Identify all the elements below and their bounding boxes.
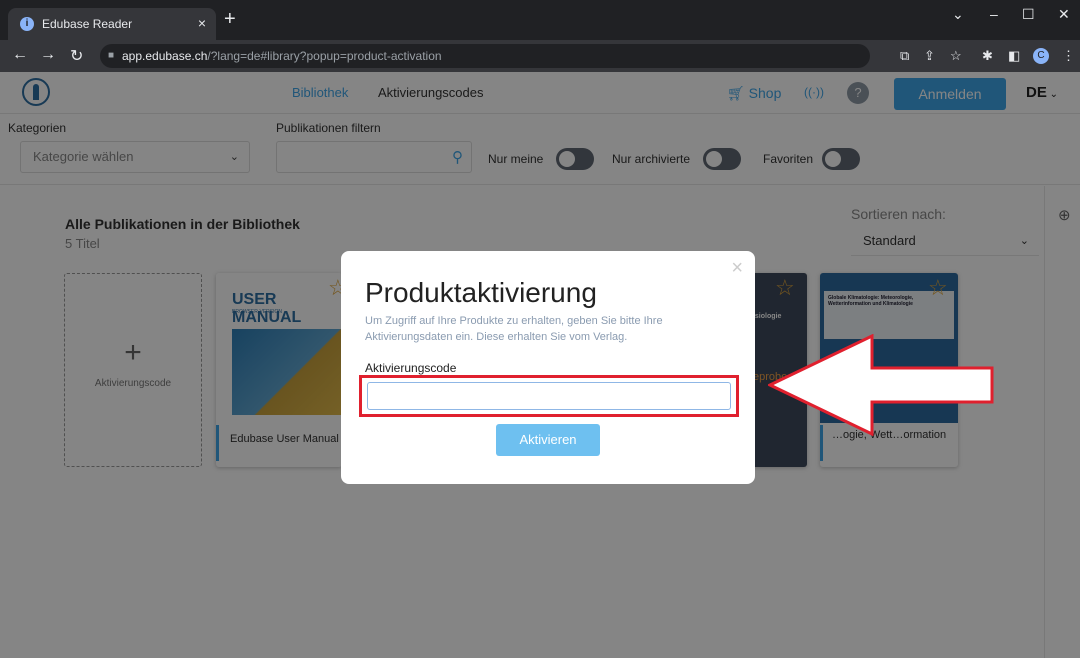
dialog-title: Produktaktivierung xyxy=(365,277,597,308)
activation-code-input[interactable] xyxy=(367,382,731,410)
share-icon[interactable]: ⇪ xyxy=(924,48,935,64)
bookmark-star-icon[interactable]: ☆ xyxy=(950,48,962,64)
chrome-menu-icon[interactable]: ⋮ xyxy=(1062,48,1075,64)
tab-title: Edubase Reader xyxy=(42,17,133,31)
edubase-favicon-icon: i xyxy=(20,17,34,31)
extensions-puzzle-icon[interactable]: ✱ xyxy=(982,48,993,64)
activation-code-label: Aktivierungscode xyxy=(365,361,457,375)
minimize-button[interactable]: – xyxy=(990,6,998,22)
browser-tabstrip: i Edubase Reader × + ⌄ – ☐ ✕ xyxy=(0,0,1080,40)
window-close-button[interactable]: ✕ xyxy=(1058,6,1070,23)
annotation-arrow-icon xyxy=(768,334,994,436)
dialog-description: Um Zugriff auf Ihre Produkte zu erhalten… xyxy=(365,315,663,343)
reload-icon[interactable]: ↻ xyxy=(70,46,83,66)
activate-button[interactable]: Aktivieren xyxy=(496,424,600,456)
side-panel-icon[interactable]: ◧ xyxy=(1008,48,1020,64)
tab-close-icon[interactable]: × xyxy=(198,15,206,31)
profile-avatar[interactable]: C xyxy=(1033,48,1049,64)
back-arrow-icon[interactable]: ← xyxy=(12,46,28,64)
url-host: app.edubase.ch xyxy=(122,49,208,63)
open-in-app-icon[interactable]: ⧉ xyxy=(900,48,909,64)
product-activation-dialog: × Produktaktivierung Um Zugriff auf Ihre… xyxy=(341,251,755,484)
browser-tab[interactable]: i Edubase Reader × xyxy=(8,8,216,40)
highlight-box xyxy=(359,375,739,417)
forward-arrow-icon[interactable]: → xyxy=(40,46,56,64)
tab-search-icon[interactable]: ⌄ xyxy=(952,6,964,23)
lock-icon: ■ xyxy=(108,50,115,61)
address-bar[interactable]: ■ app.edubase.ch/?lang=de#library?popup=… xyxy=(100,44,870,68)
close-icon[interactable]: × xyxy=(731,257,743,280)
url-path: /?lang=de#library?popup=product-activati… xyxy=(207,49,442,63)
browser-toolbar: ← → ↻ ■ app.edubase.ch/?lang=de#library?… xyxy=(0,40,1080,72)
new-tab-button[interactable]: + xyxy=(224,9,236,29)
maximize-button[interactable]: ☐ xyxy=(1022,6,1035,23)
